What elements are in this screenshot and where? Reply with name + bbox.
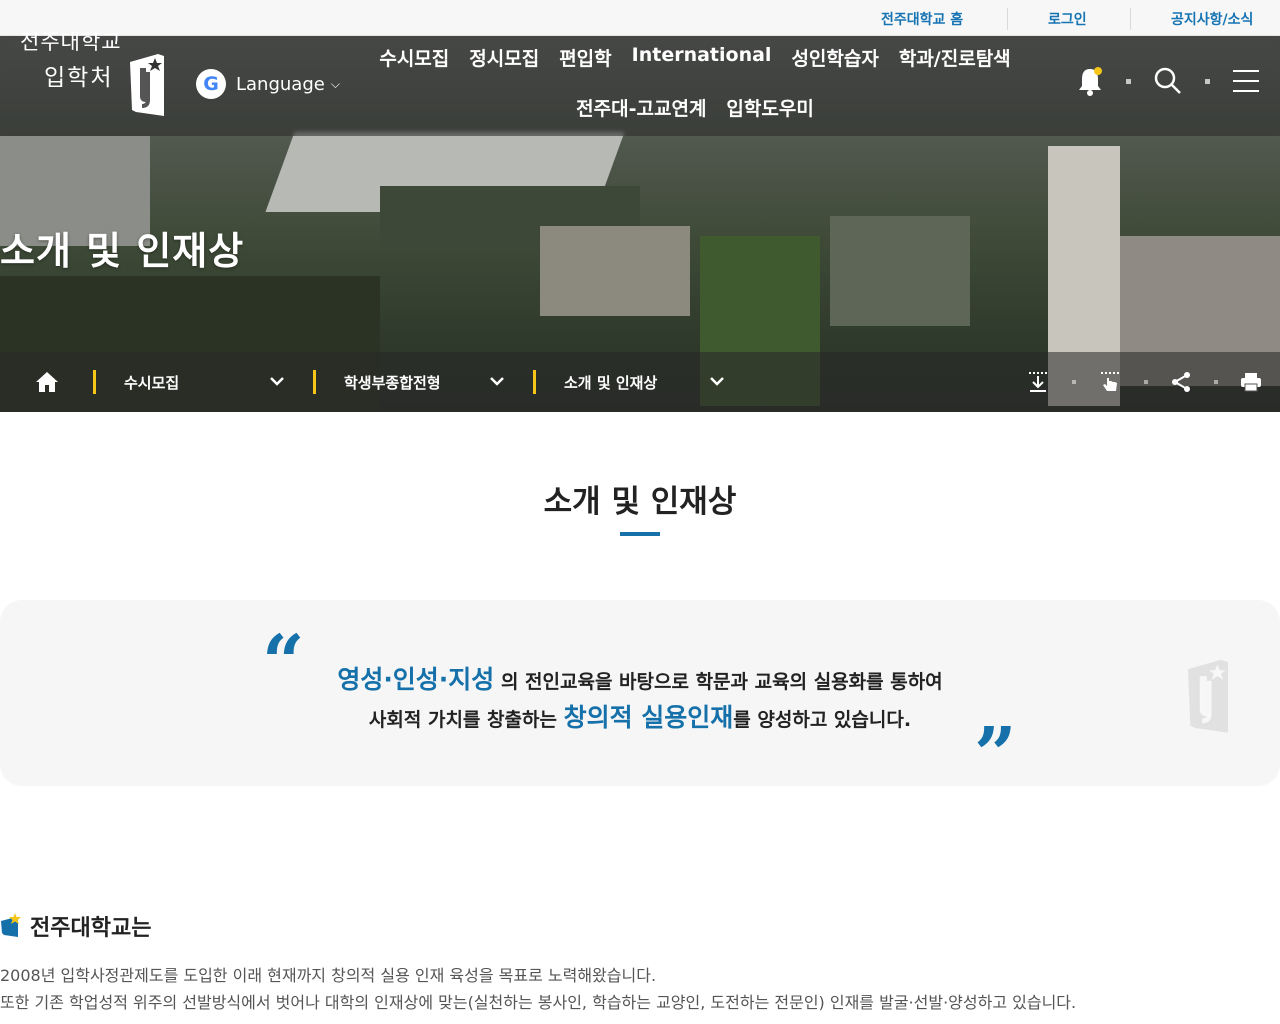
separator-dot [1126,78,1131,84]
login-link[interactable]: 로그인 [1048,9,1087,29]
title-underline [620,532,660,536]
breadcrumb-level2[interactable]: 학생부종합전형 [344,372,441,393]
section-heading: 전주대학교는 [0,910,151,942]
nav-item-helper[interactable]: 입학도우미 [726,94,813,144]
bell-icon[interactable] [1076,66,1104,96]
breadcrumb-level3[interactable]: 소개 및 인재상 [564,372,657,393]
breadcrumb: 수시모집 학생부종합전형 소개 및 인재상 [0,352,1280,412]
logo-line2: 입학처 [44,65,114,91]
quote-line2: 사회적 가치를 창출하는 창의적 실용인재를 양성하고 있습니다. [0,698,1280,734]
intro-paragraph: 2008년 입학사정관제도를 도입한 이래 현재까지 창의적 실용 인재 육성을… [0,966,657,985]
nav-item-international[interactable]: International [632,44,772,94]
google-icon: G [196,69,226,99]
jj-bullet-icon [1,913,21,937]
close-quote-icon: ” [974,712,1017,798]
quote-text: 의 전인교육을 바탕으로 학문과 교육의 실용화를 통하여 [500,671,943,693]
menu-icon[interactable] [1232,68,1260,94]
quote-line1: 영성·인성·지성 의 전인교육을 바탕으로 학문과 교육의 실용화를 통하여 [0,660,1280,696]
page-title: 소개 및 인재상 [543,484,737,520]
separator-dot [1214,380,1218,384]
crumb-divider [533,370,536,394]
utility-bar: 전주대학교 홈 로그인 공지사항/소식 [0,0,1280,36]
nav-item-transfer[interactable]: 편입학 [559,44,611,94]
divider [1007,8,1008,30]
jj-logo-icon [130,54,164,116]
nav-item-jeongsi[interactable]: 정시모집 [469,44,539,94]
separator-dot [1205,78,1210,84]
notice-link[interactable]: 공지사항/소식 [1171,9,1253,29]
univ-home-link[interactable]: 전주대학교 홈 [881,9,963,29]
intro-paragraph: 또한 기존 학업성적 위주의 선발방식에서 벗어나 대학의 인재상에 맞는(실천… [0,993,1077,1012]
nav-item-majors[interactable]: 학과/진로탐색 [899,44,1011,94]
main-nav-row: 전주대-고교연계 입학도우미 [380,94,1010,144]
separator-dot [1072,380,1076,384]
quote-highlight: 영성·인성·지성 [337,665,495,694]
hero-bg-shape [830,216,970,326]
site-logo[interactable]: 전주대학교 입학처 [20,26,122,92]
main-nav: 수시모집 정시모집 편입학 International 성인학습자 학과/진로탐… [379,44,1011,144]
search-icon[interactable] [1153,66,1183,96]
jj-logo-icon [1188,659,1228,733]
nav-item-susi[interactable]: 수시모집 [379,44,449,94]
chevron-down-icon[interactable] [268,374,286,388]
section-title: 전주대학교는 [30,916,152,941]
separator-dot [1144,380,1148,384]
language-selector[interactable]: G Language ⌵ [196,69,340,99]
quote-text: 사회적 가치를 창출하는 [368,709,557,731]
chevron-down-icon[interactable] [488,374,506,388]
hero-bg-shape [540,226,690,316]
share-icon[interactable] [1170,371,1192,393]
download-icon[interactable] [1026,370,1050,394]
nav-item-highschool-link[interactable]: 전주대-고교연계 [576,94,706,144]
chevron-down-icon[interactable] [708,374,726,388]
touch-icon[interactable] [1098,370,1122,394]
divider [1130,8,1131,30]
hero-title: 소개 및 인재상 [0,229,245,273]
crumb-divider [313,370,316,394]
quote-text: 를 양성하고 있습니다. [733,709,912,731]
crumb-divider [93,370,96,394]
page-tools [1026,370,1262,394]
chevron-down-icon: ⌵ [330,76,340,91]
nav-item-adult-learner[interactable]: 성인학습자 [791,44,878,94]
breadcrumb-level1[interactable]: 수시모집 [124,372,179,393]
language-label: Language [236,73,325,95]
print-icon[interactable] [1240,372,1262,392]
logo-line1: 전주대학교 [20,30,122,54]
main-nav-row: 수시모집 정시모집 편입학 International 성인학습자 학과/진로탐… [379,44,1011,94]
quote-highlight: 창의적 실용인재 [563,703,734,732]
header-actions [1076,66,1260,96]
home-icon[interactable] [34,370,60,394]
